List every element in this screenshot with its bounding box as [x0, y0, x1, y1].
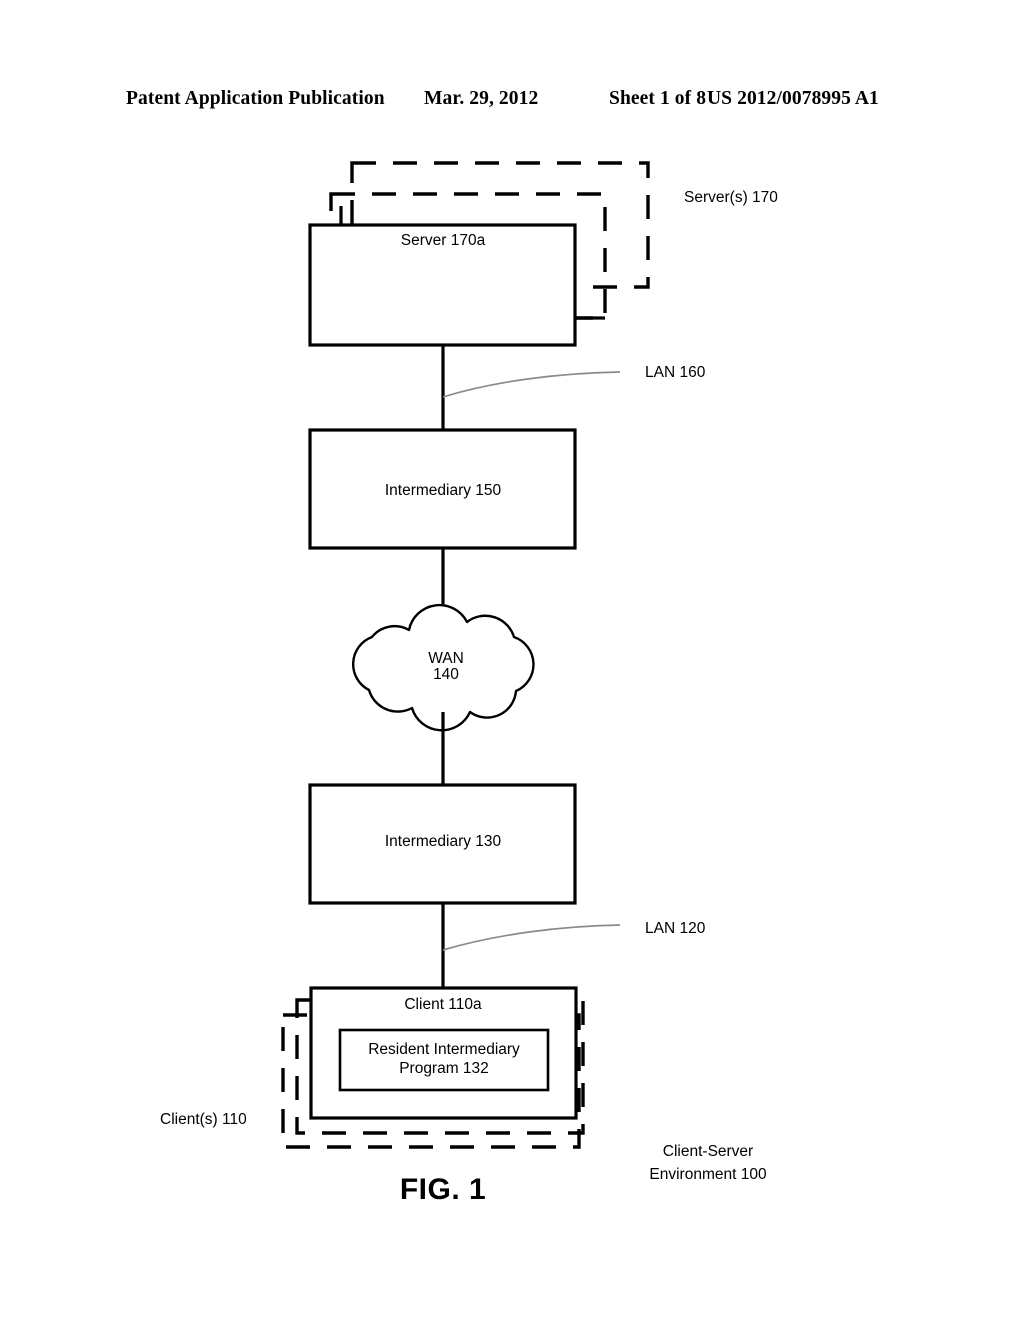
lan-120-leader-line	[442, 924, 621, 951]
resident-program-132-label-line2: Program 132	[399, 1060, 489, 1077]
server-170a-label: Server 170a	[400, 232, 486, 249]
wan-140-label-line2: 140	[433, 666, 459, 683]
clients-110-group-label: Client(s) 110	[160, 1111, 247, 1128]
lan-160-label: LAN 160	[645, 364, 706, 381]
servers-170-group-label: Server(s) 170	[684, 189, 778, 206]
intermediary-130-label: Intermediary 130	[384, 833, 502, 850]
figure-1-diagram: Server 170a Server(s) 170 LAN 160 Interm…	[0, 0, 1024, 1320]
lan-120-label: LAN 120	[645, 920, 706, 937]
diagram-canvas	[281, 161, 650, 1149]
resident-program-132-label-line1: Resident Intermediary	[368, 1041, 520, 1058]
environment-100-label-line2: Environment 100	[649, 1166, 767, 1183]
intermediary-150-label: Intermediary 150	[384, 482, 502, 499]
figure-caption: FIG. 1	[399, 1173, 487, 1206]
client-110a-label: Client 110a	[404, 996, 482, 1013]
environment-100-label-line1: Client-Server	[662, 1143, 754, 1160]
lan-160-leader-line	[442, 371, 621, 398]
patent-page: Patent Application Publication Mar. 29, …	[0, 0, 1024, 1320]
